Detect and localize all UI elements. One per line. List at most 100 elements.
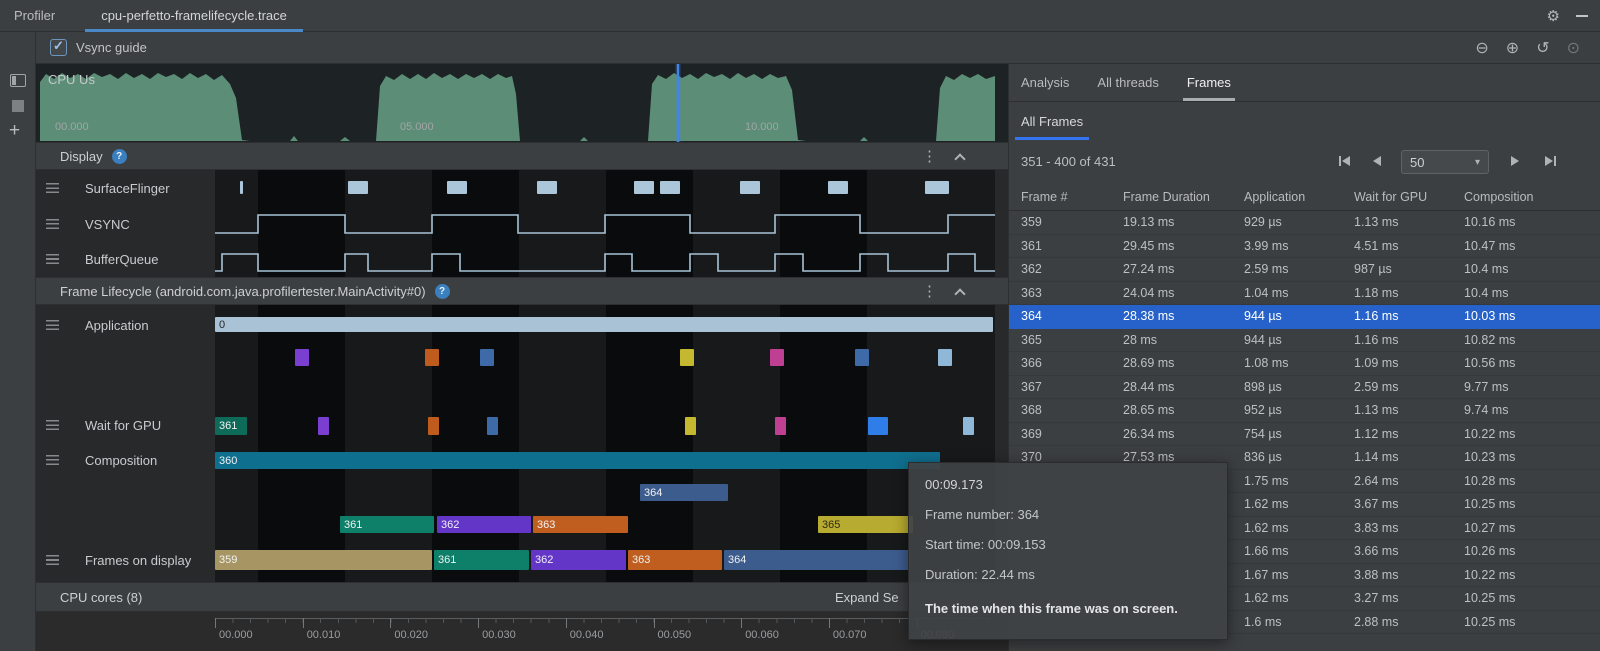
lifecycle-track-background[interactable]	[215, 305, 995, 582]
column-header-frame-duration[interactable]: Frame Duration	[1111, 184, 1232, 210]
drag-handle-icon[interactable]	[46, 320, 59, 330]
surfaceflinger-event[interactable]	[537, 181, 557, 194]
subtab-all-frames[interactable]: All Frames	[1014, 102, 1090, 140]
application-frame-block[interactable]	[770, 349, 784, 366]
trace-tab[interactable]: cpu-perfetto-framelifecycle.trace	[85, 0, 303, 32]
surfaceflinger-event[interactable]	[925, 181, 949, 194]
composition-frame-bar-364[interactable]: 364	[640, 484, 728, 501]
column-header-frame-[interactable]: Frame #	[1009, 184, 1111, 210]
vsync-track[interactable]	[215, 206, 995, 242]
reset-zoom-icon[interactable]: ↺	[1536, 38, 1549, 58]
frame-row-359[interactable]: 359 19.13 ms 929 µs 1.13 ms 10.16 ms	[1009, 211, 1600, 235]
drag-handle-icon[interactable]	[46, 254, 59, 264]
table-cell: 28 ms	[1123, 332, 1158, 347]
profiler-tool-label[interactable]: Profiler	[14, 8, 55, 23]
zoom-in-icon[interactable]: ⊕	[1506, 38, 1519, 58]
wait-gpu-frame-bar-361[interactable]: 361	[215, 417, 247, 435]
axis-major-tick	[302, 618, 304, 628]
application-frame-bar-0[interactable]: 0	[215, 317, 993, 332]
frames-on-display-bar-362[interactable]: 362	[531, 550, 626, 570]
frames-on-display-bar-364[interactable]: 364	[724, 550, 910, 570]
page-size-select[interactable]: 50 ▾	[1401, 150, 1489, 174]
wait-gpu-frame-bar[interactable]	[868, 417, 888, 435]
tab-frames[interactable]: Frames	[1182, 64, 1235, 101]
wait-gpu-frame-bar[interactable]	[318, 417, 329, 435]
zoom-to-selection-icon[interactable]: ⊙	[1567, 38, 1580, 58]
frame-row-361[interactable]: 361 29.45 ms 3.99 ms 4.51 ms 10.47 ms	[1009, 235, 1600, 258]
drag-handle-icon[interactable]	[46, 455, 59, 465]
frames-on-display-bar-363[interactable]: 363	[628, 550, 722, 570]
drag-handle-icon[interactable]	[46, 555, 59, 565]
sessions-panel-icon[interactable]	[10, 74, 26, 87]
wait-gpu-frame-bar[interactable]	[685, 417, 696, 435]
wait-gpu-frame-bar[interactable]	[487, 417, 498, 435]
surfaceflinger-event[interactable]	[447, 181, 467, 194]
composition-frame-bar-362[interactable]: 362	[437, 516, 531, 533]
last-page-button[interactable]	[1545, 156, 1556, 166]
bufferqueue-track[interactable]	[215, 242, 995, 277]
surfaceflinger-event[interactable]	[660, 181, 680, 194]
new-session-plus-icon[interactable]: +	[9, 120, 20, 142]
first-page-button[interactable]	[1339, 156, 1350, 166]
settings-gear-icon[interactable]: ⚙	[1547, 9, 1560, 24]
wait-gpu-frame-bar[interactable]	[428, 417, 439, 435]
frame-row-365[interactable]: 365 28 ms 944 µs 1.16 ms 10.82 ms	[1009, 329, 1600, 352]
minimize-icon[interactable]	[1576, 15, 1588, 17]
frames-on-display-bar-361[interactable]: 361	[434, 550, 529, 570]
drag-handle-icon[interactable]	[46, 219, 59, 229]
application-frame-block[interactable]	[680, 349, 694, 366]
frame-row-367[interactable]: 367 28.44 ms 898 µs 2.59 ms 9.77 ms	[1009, 376, 1600, 399]
tab-all-threads[interactable]: All threads	[1097, 64, 1158, 101]
wait-gpu-frame-bar-label: 361	[219, 420, 238, 432]
previous-page-button[interactable]	[1373, 156, 1381, 166]
vsync-guide-checkbox[interactable]	[50, 38, 67, 56]
drag-handle-icon[interactable]	[46, 183, 59, 193]
section-menu-icon[interactable]: ⋮	[922, 282, 937, 300]
timeline-selection-marker[interactable]	[677, 64, 679, 142]
surfaceflinger-event[interactable]	[634, 181, 654, 194]
surfaceflinger-event[interactable]	[828, 181, 848, 194]
surfaceflinger-event[interactable]	[240, 181, 243, 194]
column-header-composition[interactable]: Composition	[1452, 184, 1600, 210]
frame-row-364[interactable]: 364 28.38 ms 944 µs 1.16 ms 10.03 ms	[1009, 305, 1600, 329]
surfaceflinger-event[interactable]	[740, 181, 760, 194]
expand-selected-label[interactable]: Expand Se	[835, 590, 899, 605]
collapse-chevron-icon[interactable]	[954, 153, 966, 165]
cpu-cores-section-header[interactable]: CPU cores (8) Expand Se	[36, 582, 1008, 612]
frame-row-368[interactable]: 368 28.65 ms 952 µs 1.13 ms 9.74 ms	[1009, 399, 1600, 423]
wait-gpu-frame-bar[interactable]	[963, 417, 974, 435]
display-section-header[interactable]: Display ? ⋮	[36, 142, 1008, 170]
stop-session-icon[interactable]	[12, 100, 24, 112]
frame-row-362[interactable]: 362 27.24 ms 2.59 ms 987 µs 10.4 ms	[1009, 258, 1600, 282]
column-header-wait-for-gpu[interactable]: Wait for GPU	[1342, 184, 1452, 210]
tab-analysis[interactable]: Analysis	[1021, 64, 1069, 101]
application-frame-block[interactable]	[480, 349, 494, 366]
composition-frame-bar-361[interactable]: 361	[340, 516, 434, 533]
cpu-usage-track[interactable]: CPU Us 00.000 05.000 10.000	[36, 64, 1008, 142]
column-header-application[interactable]: Application	[1232, 184, 1342, 210]
application-frame-block[interactable]	[855, 349, 869, 366]
composition-lane-3: 361 362 363 365	[215, 516, 995, 533]
help-icon[interactable]: ?	[434, 283, 450, 299]
application-frame-block[interactable]	[425, 349, 439, 366]
composition-frame-bar-360[interactable]: 360	[215, 452, 940, 469]
next-page-button[interactable]	[1511, 156, 1519, 166]
surfaceflinger-event[interactable]	[348, 181, 368, 194]
frame-row-363[interactable]: 363 24.04 ms 1.04 ms 1.18 ms 10.4 ms	[1009, 282, 1600, 305]
frame-lifecycle-section-header[interactable]: Frame Lifecycle (android.com.java.profil…	[36, 277, 1008, 305]
composition-frame-bar-365[interactable]: 365	[818, 516, 913, 533]
vsync-guide-label[interactable]: Vsync guide	[76, 40, 147, 55]
application-frame-block[interactable]	[295, 349, 309, 366]
wait-gpu-frame-bar[interactable]	[775, 417, 786, 435]
drag-handle-icon[interactable]	[46, 420, 59, 430]
frame-row-369[interactable]: 369 26.34 ms 754 µs 1.12 ms 10.22 ms	[1009, 423, 1600, 446]
section-menu-icon[interactable]: ⋮	[922, 147, 937, 165]
surfaceflinger-track[interactable]	[215, 170, 995, 206]
collapse-chevron-icon[interactable]	[954, 288, 966, 300]
application-frame-block[interactable]	[938, 349, 952, 366]
frame-row-366[interactable]: 366 28.69 ms 1.08 ms 1.09 ms 10.56 ms	[1009, 352, 1600, 376]
composition-frame-bar-363[interactable]: 363	[533, 516, 628, 533]
frames-on-display-bar-359[interactable]: 359	[215, 550, 432, 570]
zoom-out-icon[interactable]: ⊖	[1475, 38, 1488, 58]
help-icon[interactable]: ?	[111, 148, 127, 164]
